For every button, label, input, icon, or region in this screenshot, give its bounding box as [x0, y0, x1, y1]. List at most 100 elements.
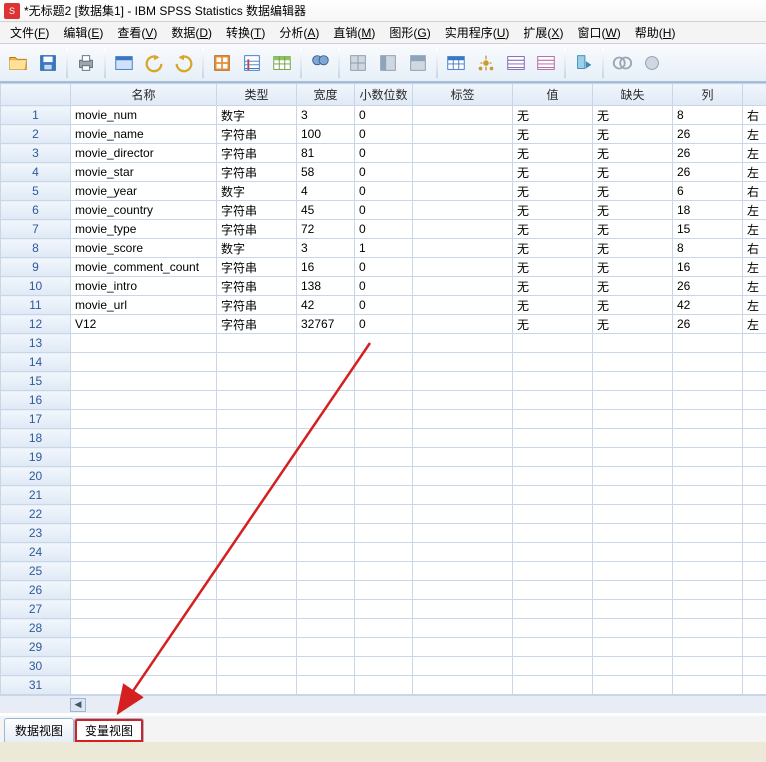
col-header-decimals[interactable]: 小数位数 — [355, 84, 413, 106]
cell-decimals[interactable]: 0 — [355, 277, 413, 296]
cell-type[interactable]: 字符串 — [217, 220, 297, 239]
row-header[interactable]: 31 — [1, 676, 71, 695]
row-header[interactable]: 2 — [1, 125, 71, 144]
menu-item-x[interactable]: 扩展(X) — [517, 22, 569, 43]
scroll-left-icon[interactable]: ◀ — [70, 698, 86, 712]
goto-case-button[interactable] — [208, 48, 236, 78]
table-row-empty[interactable]: 20 — [1, 467, 766, 486]
variables-button[interactable] — [268, 48, 296, 78]
use-sets-button[interactable] — [472, 48, 500, 78]
cell-width[interactable]: 42 — [297, 296, 355, 315]
cell-values[interactable]: 无 — [513, 106, 593, 125]
row-header[interactable]: 4 — [1, 163, 71, 182]
cell-width[interactable]: 4 — [297, 182, 355, 201]
table-row-empty[interactable]: 18 — [1, 429, 766, 448]
table-row[interactable]: 7movie_type字符串720无无15左 — [1, 220, 766, 239]
menu-item-t[interactable]: 转换(T) — [220, 22, 271, 43]
cell-values[interactable]: 无 — [513, 315, 593, 334]
cell-align[interactable]: 左 — [743, 258, 766, 277]
cell-type[interactable]: 字符串 — [217, 144, 297, 163]
cell-name[interactable]: movie_year — [71, 182, 217, 201]
horizontal-scrollbar[interactable]: ◀ — [0, 695, 766, 713]
table-row-empty[interactable]: 14 — [1, 353, 766, 372]
cell-label[interactable] — [413, 125, 513, 144]
cell-columns[interactable]: 16 — [673, 258, 743, 277]
cell-align[interactable]: 左 — [743, 220, 766, 239]
tab-data-view[interactable]: 数据视图 — [4, 718, 74, 742]
row-header[interactable]: 24 — [1, 543, 71, 562]
table-row-empty[interactable]: 24 — [1, 543, 766, 562]
table-row-empty[interactable]: 16 — [1, 391, 766, 410]
cell-name[interactable]: V12 — [71, 315, 217, 334]
row-header[interactable]: 6 — [1, 201, 71, 220]
cell-values[interactable]: 无 — [513, 201, 593, 220]
select-cases-button[interactable] — [404, 48, 432, 78]
cell-type[interactable]: 字符串 — [217, 125, 297, 144]
cell-decimals[interactable]: 0 — [355, 258, 413, 277]
cell-decimals[interactable]: 0 — [355, 201, 413, 220]
col-header-label[interactable]: 标签 — [413, 84, 513, 106]
cell-missing[interactable]: 无 — [593, 239, 673, 258]
cell-missing[interactable]: 无 — [593, 258, 673, 277]
cell-label[interactable] — [413, 315, 513, 334]
open-button[interactable] — [4, 48, 32, 78]
cell-type[interactable]: 字符串 — [217, 258, 297, 277]
row-header[interactable]: 26 — [1, 581, 71, 600]
table-row[interactable]: 9movie_comment_count字符串160无无16左 — [1, 258, 766, 277]
cell-width[interactable]: 72 — [297, 220, 355, 239]
cell-name[interactable]: movie_director — [71, 144, 217, 163]
cell-type[interactable]: 字符串 — [217, 315, 297, 334]
options-button[interactable] — [638, 48, 666, 78]
goto-variable-button[interactable] — [238, 48, 266, 78]
cell-label[interactable] — [413, 106, 513, 125]
cell-type[interactable]: 字符串 — [217, 296, 297, 315]
cell-width[interactable]: 3 — [297, 239, 355, 258]
cell-width[interactable]: 3 — [297, 106, 355, 125]
cell-align[interactable]: 左 — [743, 163, 766, 182]
cell-columns[interactable]: 6 — [673, 182, 743, 201]
cell-align[interactable]: 右 — [743, 239, 766, 258]
cell-name[interactable]: movie_star — [71, 163, 217, 182]
value-labels-button[interactable] — [442, 48, 470, 78]
row-header[interactable]: 20 — [1, 467, 71, 486]
col-header-columns[interactable]: 列 — [673, 84, 743, 106]
cell-align[interactable]: 左 — [743, 315, 766, 334]
table-row-empty[interactable]: 30 — [1, 657, 766, 676]
cell-decimals[interactable]: 0 — [355, 182, 413, 201]
row-header[interactable]: 9 — [1, 258, 71, 277]
cell-decimals[interactable]: 1 — [355, 239, 413, 258]
menu-item-d[interactable]: 数据(D) — [165, 22, 218, 43]
cell-decimals[interactable]: 0 — [355, 296, 413, 315]
row-header[interactable]: 12 — [1, 315, 71, 334]
row-header[interactable]: 3 — [1, 144, 71, 163]
cell-type[interactable]: 字符串 — [217, 163, 297, 182]
cell-width[interactable]: 100 — [297, 125, 355, 144]
menu-item-a[interactable]: 分析(A) — [273, 22, 325, 43]
cell-values[interactable]: 无 — [513, 125, 593, 144]
cell-align[interactable]: 左 — [743, 144, 766, 163]
table-row-empty[interactable]: 28 — [1, 619, 766, 638]
col-header-name[interactable]: 名称 — [71, 84, 217, 106]
row-header[interactable]: 23 — [1, 524, 71, 543]
cell-name[interactable]: movie_intro — [71, 277, 217, 296]
row-header[interactable]: 14 — [1, 353, 71, 372]
cell-align[interactable]: 右 — [743, 182, 766, 201]
cell-name[interactable]: movie_comment_count — [71, 258, 217, 277]
cell-type[interactable]: 数字 — [217, 106, 297, 125]
cell-columns[interactable]: 8 — [673, 106, 743, 125]
cell-columns[interactable]: 26 — [673, 144, 743, 163]
cell-missing[interactable]: 无 — [593, 125, 673, 144]
table-row[interactable]: 6movie_country字符串450无无18左 — [1, 201, 766, 220]
menu-item-e[interactable]: 编辑(E) — [57, 22, 109, 43]
cell-decimals[interactable]: 0 — [355, 106, 413, 125]
cell-values[interactable]: 无 — [513, 258, 593, 277]
cell-name[interactable]: movie_url — [71, 296, 217, 315]
row-header[interactable]: 25 — [1, 562, 71, 581]
table-row-empty[interactable]: 31 — [1, 676, 766, 695]
table-row[interactable]: 5movie_year数字40无无6右 — [1, 182, 766, 201]
cell-values[interactable]: 无 — [513, 182, 593, 201]
cell-missing[interactable]: 无 — [593, 296, 673, 315]
row-header[interactable]: 18 — [1, 429, 71, 448]
cell-width[interactable]: 45 — [297, 201, 355, 220]
cell-name[interactable]: movie_num — [71, 106, 217, 125]
